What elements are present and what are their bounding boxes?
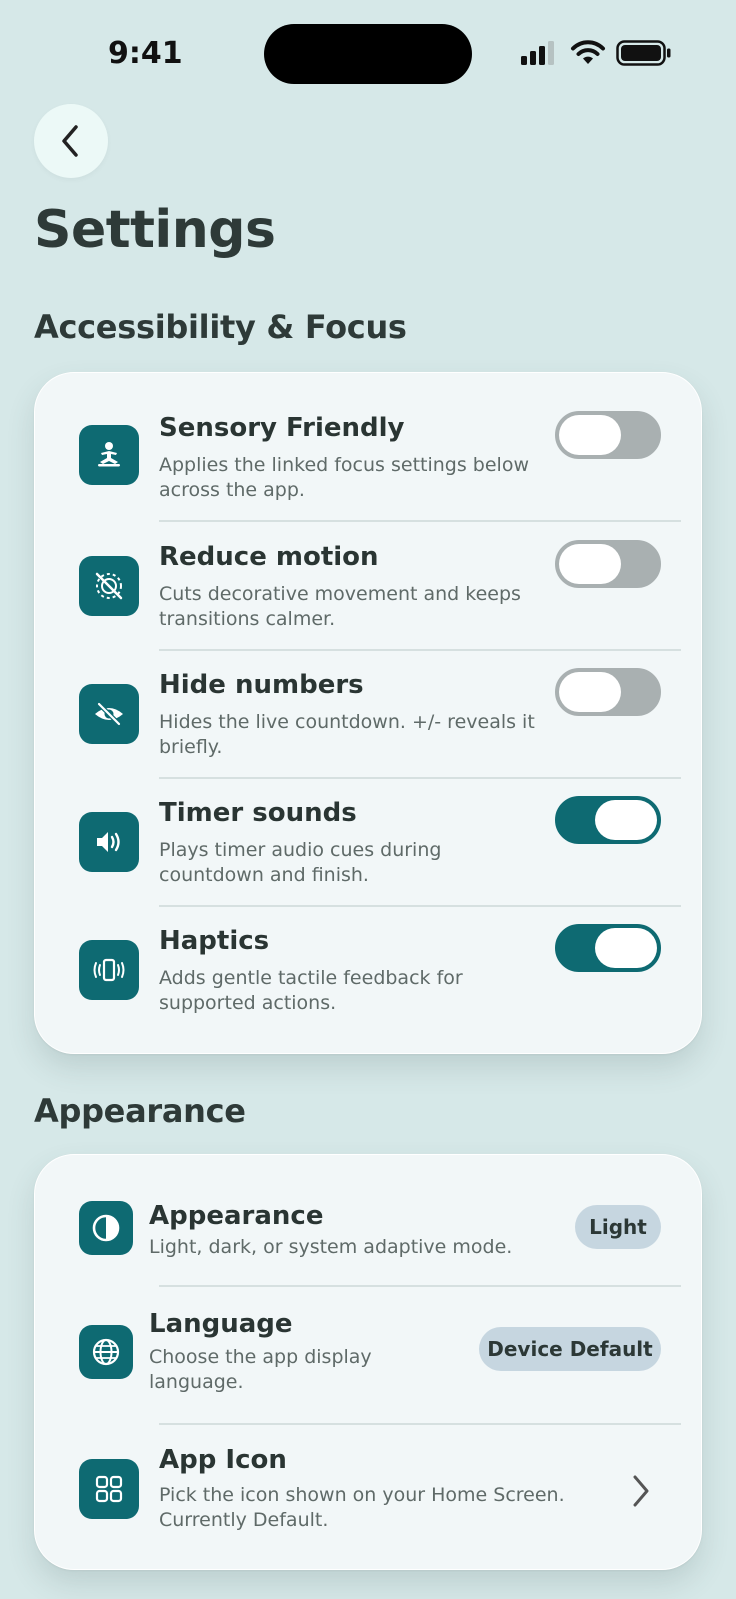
setting-row-haptics[interactable]: Haptics Adds gentle tactile feedback for…	[35, 906, 703, 1054]
accessibility-card: Sensory Friendly Applies the linked focu…	[34, 372, 702, 1054]
setting-description: Pick the icon shown on your Home Screen.…	[159, 1484, 565, 1531]
setting-description: Adds gentle tactile feedback for support…	[159, 967, 463, 1014]
back-button[interactable]	[34, 104, 108, 178]
sensory-friendly-toggle[interactable]	[555, 411, 661, 459]
motion-off-icon	[79, 556, 139, 616]
meditation-icon	[79, 425, 139, 485]
setting-description: Light, dark, or system adaptive mode.	[149, 1236, 513, 1258]
cellular-signal-icon	[521, 41, 554, 65]
setting-title: Sensory Friendly	[159, 413, 405, 443]
globe-icon	[79, 1325, 133, 1379]
setting-row-app-icon[interactable]: App Icon Pick the icon shown on your Hom…	[35, 1425, 703, 1571]
setting-row-appearance[interactable]: Appearance Light, dark, or system adapti…	[35, 1155, 703, 1285]
setting-title: Language	[149, 1309, 293, 1339]
timer-sounds-toggle[interactable]	[555, 796, 661, 844]
section-title-appearance: Appearance	[34, 1092, 246, 1130]
appearance-value-pill[interactable]: Light	[575, 1205, 661, 1249]
setting-row-hide-numbers[interactable]: Hide numbers Hides the live countdown. +…	[35, 650, 703, 778]
setting-row-reduce-motion[interactable]: Reduce motion Cuts decorative movement a…	[35, 522, 703, 650]
setting-title: Timer sounds	[159, 798, 357, 828]
contrast-icon	[79, 1201, 133, 1255]
status-bar: 9:41	[0, 0, 736, 110]
setting-row-sensory-friendly[interactable]: Sensory Friendly Applies the linked focu…	[35, 373, 703, 521]
setting-description: Applies the linked focus settings below …	[159, 454, 529, 501]
setting-description: Plays timer audio cues during countdown …	[159, 839, 442, 886]
dynamic-island	[264, 24, 472, 84]
language-value-pill[interactable]: Device Default	[479, 1327, 661, 1371]
setting-description: Choose the app display language.	[149, 1346, 372, 1393]
setting-row-timer-sounds[interactable]: Timer sounds Plays timer audio cues duri…	[35, 778, 703, 906]
appearance-card: Appearance Light, dark, or system adapti…	[34, 1154, 702, 1570]
haptics-toggle[interactable]	[555, 924, 661, 972]
setting-description: Hides the live countdown. +/- reveals it…	[159, 711, 535, 758]
setting-description: Cuts decorative movement and keeps trans…	[159, 583, 521, 630]
section-title-accessibility: Accessibility & Focus	[34, 308, 407, 346]
status-time: 9:41	[108, 36, 183, 71]
speaker-icon	[79, 812, 139, 872]
grid-icon	[79, 1459, 139, 1519]
setting-title: Appearance	[149, 1201, 324, 1231]
setting-title: App Icon	[159, 1445, 287, 1475]
reduce-motion-toggle[interactable]	[555, 540, 661, 588]
setting-title: Haptics	[159, 926, 270, 956]
chevron-left-icon	[62, 125, 78, 157]
setting-row-language[interactable]: Language Choose the app display language…	[35, 1287, 703, 1423]
eye-slash-icon	[79, 684, 139, 744]
setting-title: Reduce motion	[159, 542, 379, 572]
battery-icon	[616, 40, 671, 66]
page-title: Settings	[34, 200, 276, 260]
phone-vibrate-icon	[79, 940, 139, 1000]
wifi-icon	[571, 40, 605, 64]
chevron-right-icon	[633, 1475, 649, 1507]
setting-title: Hide numbers	[159, 670, 364, 700]
hide-numbers-toggle[interactable]	[555, 668, 661, 716]
